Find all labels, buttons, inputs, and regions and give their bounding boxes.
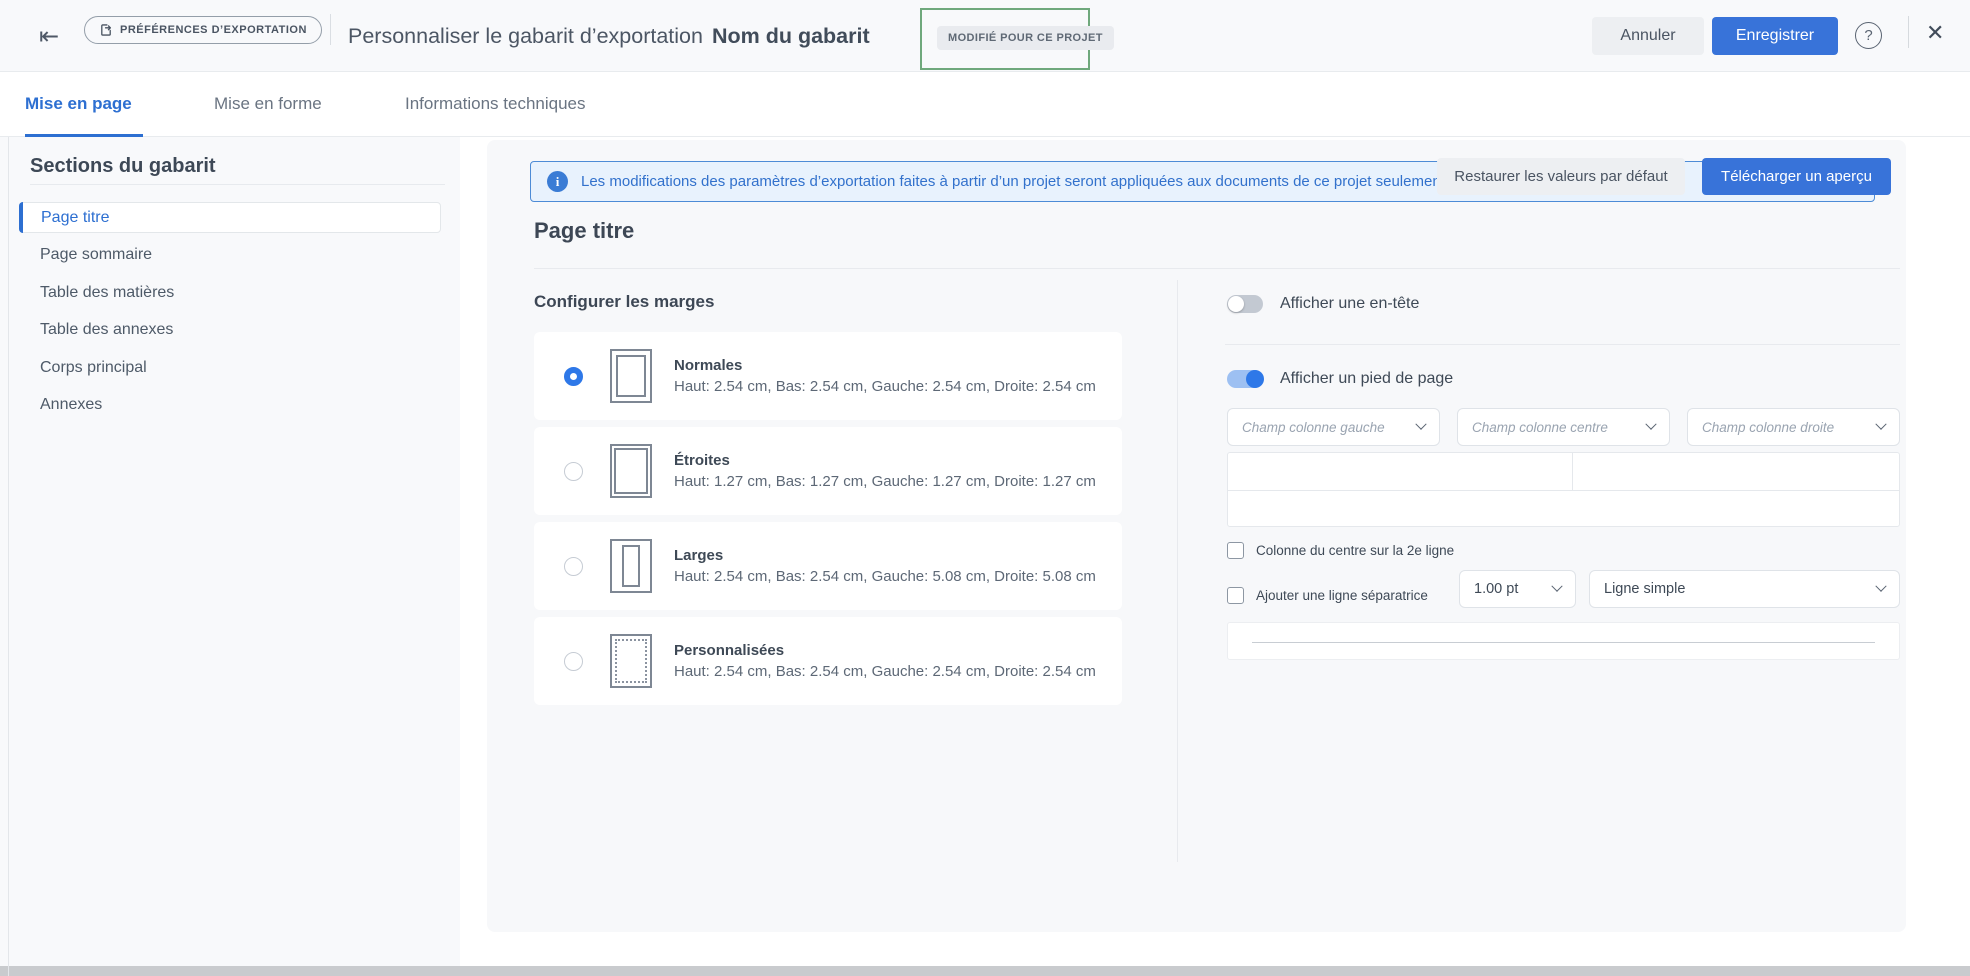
header-divider: [330, 14, 331, 45]
page-title: Personnaliser le gabarit d’exportation N…: [348, 0, 870, 72]
help-icon[interactable]: ?: [1855, 22, 1882, 49]
margin-options-list: Normales Haut: 2.54 cm, Bas: 2.54 cm, Ga…: [534, 332, 1122, 712]
show-header-label: Afficher une en-tête: [1280, 295, 1420, 312]
download-preview-button[interactable]: Télécharger un aperçu: [1702, 158, 1891, 195]
restore-defaults-button[interactable]: Restaurer les valeurs par défaut: [1437, 158, 1685, 195]
radio-unchecked-icon[interactable]: [564, 461, 583, 481]
header-toggle-row: Afficher une en-tête: [1227, 295, 1419, 313]
settings-panel: i Les modifications des paramètres d’exp…: [487, 140, 1906, 932]
center-second-line-label: Colonne du centre sur la 2e ligne: [1256, 543, 1455, 558]
separator-line: [1252, 642, 1875, 643]
margin-option-description: Haut: 1.27 cm, Bas: 1.27 cm, Gauche: 1.2…: [674, 473, 1096, 490]
chevron-down-icon: [1875, 580, 1887, 592]
add-separator-option[interactable]: Ajouter une ligne séparatrice: [1227, 587, 1428, 604]
tab-bar: Mise en page Mise en forme Informations …: [0, 72, 1970, 195]
chevron-down-icon: [1551, 580, 1563, 592]
toggle-knob: [1246, 370, 1264, 388]
toggle-knob: [1228, 296, 1244, 312]
margin-option-name: Larges: [674, 547, 724, 564]
separator-line-preview: [1227, 622, 1900, 660]
show-header-toggle[interactable]: [1227, 295, 1263, 313]
column-divider: [1177, 280, 1178, 862]
chevron-down-icon: [1645, 418, 1657, 430]
select-placeholder: Champ colonne centre: [1472, 419, 1608, 435]
footer-toggle-row: Afficher un pied de page: [1227, 370, 1453, 388]
export-preferences-badge[interactable]: PRÉFÉRENCES D’EXPORTATION: [84, 16, 322, 44]
margin-option-name: Normales: [674, 357, 743, 374]
export-document-icon: [101, 24, 112, 36]
close-icon[interactable]: ✕: [1926, 20, 1944, 46]
info-icon: i: [547, 171, 568, 192]
margins-wide-icon: [610, 539, 652, 593]
collapse-back-icon[interactable]: ⇤: [30, 18, 68, 54]
export-template-dialog: ⇤ PRÉFÉRENCES D’EXPORTATION Personnalise…: [0, 0, 1970, 976]
sidebar-title: Sections du gabarit: [30, 155, 216, 177]
margin-option-personnalisees[interactable]: Personnalisées Haut: 2.54 cm, Bas: 2.54 …: [534, 617, 1122, 705]
radio-unchecked-icon[interactable]: [564, 651, 583, 671]
margin-option-description: Haut: 2.54 cm, Bas: 2.54 cm, Gauche: 2.5…: [674, 663, 1096, 680]
export-preferences-label: PRÉFÉRENCES D’EXPORTATION: [120, 24, 307, 36]
margin-option-etroites[interactable]: Étroites Haut: 1.27 cm, Bas: 1.27 cm, Ga…: [534, 427, 1122, 515]
section-heading: Page titre: [534, 218, 635, 243]
checkbox-unchecked-icon[interactable]: [1227, 587, 1244, 604]
tab-mise-en-forme[interactable]: Mise en forme: [214, 72, 322, 136]
checkbox-unchecked-icon[interactable]: [1227, 542, 1244, 559]
margin-option-name: Étroites: [674, 452, 730, 469]
show-footer-toggle[interactable]: [1227, 370, 1264, 388]
footer-left-column-select[interactable]: Champ colonne gauche: [1227, 408, 1440, 446]
right-column-divider: [1225, 344, 1900, 345]
footer-center-column-select[interactable]: Champ colonne centre: [1457, 408, 1670, 446]
separator-style-select[interactable]: Ligne simple: [1589, 570, 1900, 608]
sidebar-item-table-des-matieres[interactable]: Table des matières: [0, 277, 460, 308]
sidebar-item-table-des-annexes[interactable]: Table des annexes: [0, 315, 460, 346]
sidebar-item-page-titre[interactable]: Page titre: [19, 202, 441, 233]
header-divider: [1908, 16, 1909, 48]
separator-style-value: Ligne simple: [1604, 581, 1686, 597]
dialog-header: ⇤ PRÉFÉRENCES D’EXPORTATION Personnalise…: [0, 0, 1970, 72]
radio-checked-icon[interactable]: [564, 366, 583, 386]
show-footer-label: Afficher un pied de page: [1280, 370, 1454, 387]
sidebar-item-annexes[interactable]: Annexes: [0, 390, 460, 421]
window-left-edge: [8, 0, 9, 976]
chevron-down-icon: [1415, 418, 1427, 430]
info-banner-text: Les modifications des paramètres d’expor…: [581, 173, 1449, 190]
margins-heading: Configurer les marges: [534, 292, 715, 311]
active-tab-underline: [25, 134, 143, 137]
margin-option-larges[interactable]: Larges Haut: 2.54 cm, Bas: 2.54 cm, Gauc…: [534, 522, 1122, 610]
margin-option-description: Haut: 2.54 cm, Bas: 2.54 cm, Gauche: 2.5…: [674, 378, 1096, 395]
margins-normal-icon: [610, 349, 652, 403]
radio-unchecked-icon[interactable]: [564, 556, 583, 576]
cancel-button[interactable]: Annuler: [1592, 17, 1704, 55]
margin-option-description: Haut: 2.54 cm, Bas: 2.54 cm, Gauche: 5.0…: [674, 568, 1096, 585]
sidebar-item-list: Page titre Page sommaire Table des matiè…: [0, 199, 460, 427]
tab-mise-en-page[interactable]: Mise en page: [25, 72, 132, 136]
sidebar-item-page-sommaire[interactable]: Page sommaire: [0, 240, 460, 271]
margin-option-name: Personnalisées: [674, 642, 785, 659]
sidebar-divider: [30, 184, 445, 185]
modified-for-project-badge: MODIFIÉ POUR CE PROJET: [937, 26, 1114, 50]
template-name: Nom du gabarit: [711, 23, 870, 48]
footer-preview-table: [1227, 452, 1900, 527]
footer-right-column-select[interactable]: Champ colonne droite: [1687, 408, 1900, 446]
separator-width-select[interactable]: 1.00 pt: [1459, 570, 1576, 608]
margins-narrow-icon: [610, 444, 652, 498]
template-sections-sidebar: Sections du gabarit Page titre Page somm…: [0, 137, 460, 966]
tab-informations-techniques[interactable]: Informations techniques: [405, 72, 586, 136]
dialog-title-text: Personnaliser le gabarit d’exportation: [348, 23, 703, 48]
chevron-down-icon: [1875, 418, 1887, 430]
select-placeholder: Champ colonne droite: [1702, 419, 1835, 435]
footer-preview-column-divider: [1572, 453, 1573, 490]
save-button[interactable]: Enregistrer: [1712, 17, 1838, 55]
sidebar-item-corps-principal[interactable]: Corps principal: [0, 352, 460, 383]
section-divider: [534, 268, 1900, 269]
footer-preview-row-divider: [1228, 490, 1899, 491]
add-separator-label: Ajouter une ligne séparatrice: [1256, 588, 1428, 603]
margins-custom-icon: [610, 634, 652, 688]
window-bottom-edge: [0, 966, 1970, 976]
select-placeholder: Champ colonne gauche: [1242, 419, 1385, 435]
margin-option-normales[interactable]: Normales Haut: 2.54 cm, Bas: 2.54 cm, Ga…: [534, 332, 1122, 420]
center-second-line-option[interactable]: Colonne du centre sur la 2e ligne: [1227, 542, 1454, 559]
separator-width-value: 1.00 pt: [1474, 581, 1519, 597]
